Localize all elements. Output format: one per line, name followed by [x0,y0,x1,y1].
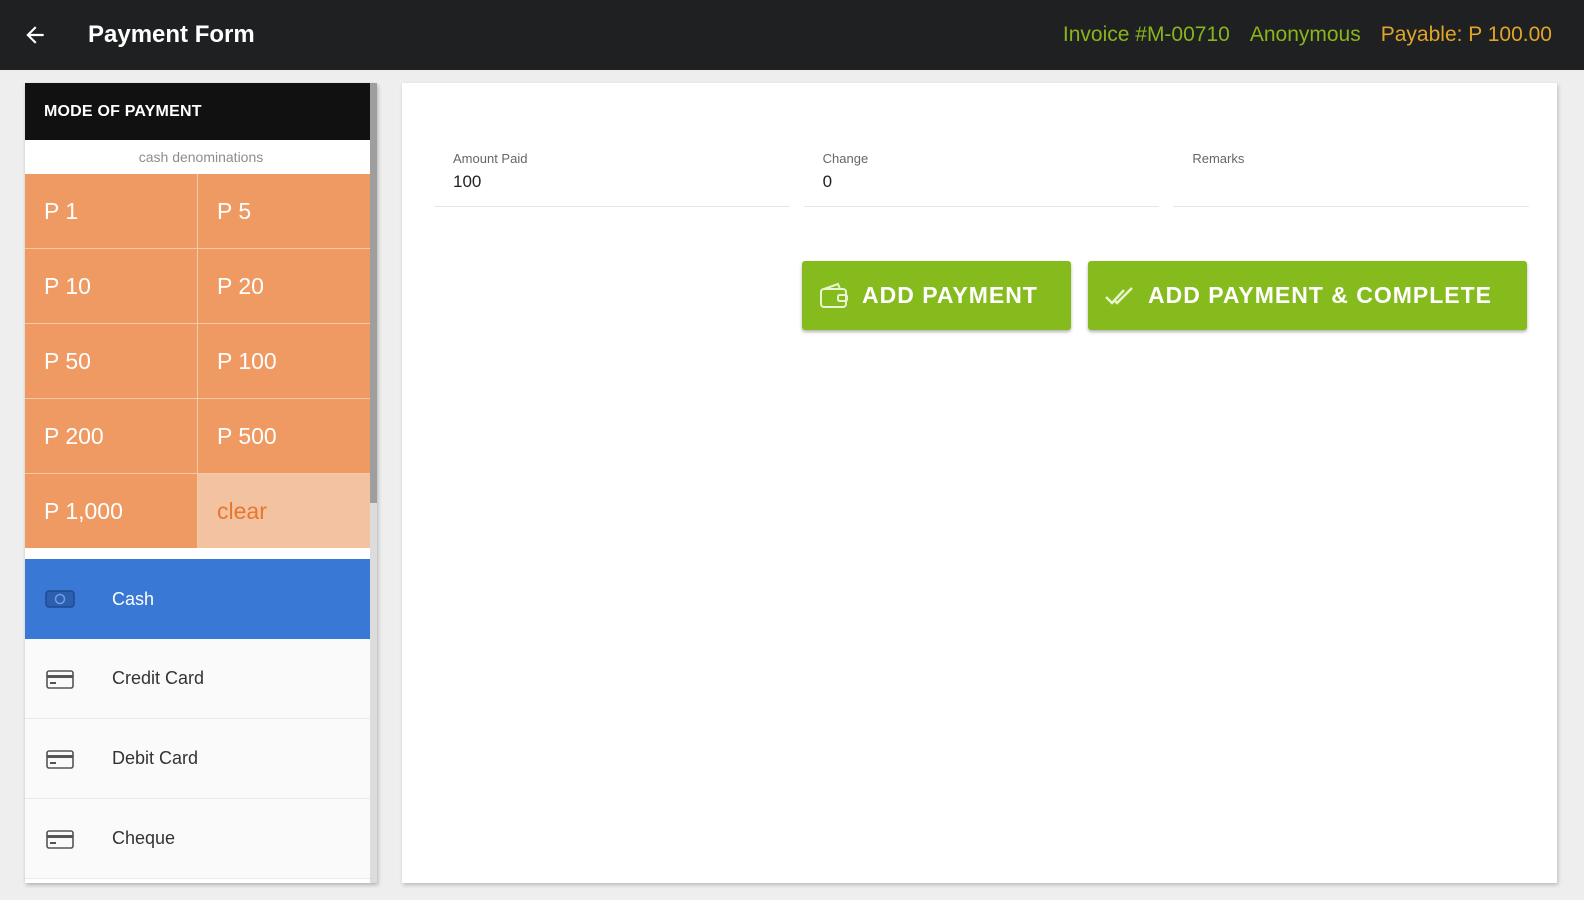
payment-mode-debit-card[interactable]: Debit Card [25,719,370,799]
back-button[interactable] [0,0,70,70]
denomination-button-5[interactable]: P 5 [198,174,371,248]
payment-mode-cheque[interactable]: Cheque [25,799,370,879]
invoice-number: Invoice #M-00710 [1062,23,1230,46]
customer-name: Anonymous [1249,23,1361,46]
add-payment-label: ADD PAYMENT [862,282,1038,308]
scrollbar-thumb[interactable] [370,83,377,503]
credit-card-icon [45,669,74,689]
add-payment-complete-button[interactable]: ADD PAYMENT & COMPLETE [1088,261,1527,330]
payment-mode-credit-card[interactable]: Credit Card [25,639,370,719]
payment-mode-cash[interactable]: Cash [25,559,370,639]
cheque-icon [45,829,74,849]
denomination-button-10[interactable]: P 10 [25,249,197,323]
denomination-button-50[interactable]: P 50 [25,324,197,398]
mode-of-payment-panel: MODE OF PAYMENT cash denominations P 1 P… [25,83,377,883]
denomination-button-500[interactable]: P 500 [198,399,371,473]
remarks-field: Remarks [1173,149,1530,207]
add-payment-complete-label: ADD PAYMENT & COMPLETE [1148,282,1493,308]
remarks-input[interactable] [1192,172,1513,192]
denominations-caption: cash denominations [25,140,377,174]
remarks-label: Remarks [1192,151,1245,166]
denomination-button-100[interactable]: P 100 [198,324,371,398]
payment-mode-label: Debit Card [112,748,199,768]
denomination-button-20[interactable]: P 20 [198,249,371,323]
double-check-icon [1105,286,1133,305]
denominations-grid: P 1 P 5 P 10 P 20 P 50 P 100 P 200 P 500… [25,174,371,548]
amount-paid-field: Amount Paid [434,149,790,207]
arrow-left-icon [26,26,44,44]
change-input[interactable] [822,172,1143,192]
amount-paid-input[interactable] [453,172,773,192]
clear-button[interactable]: clear [198,474,371,548]
denomination-button-200[interactable]: P 200 [25,399,197,473]
payment-mode-list: Cash Credit Card Debit Card Cheque [25,559,370,879]
amount-paid-label: Amount Paid [453,151,528,166]
payment-mode-label: Cash [112,588,155,609]
denomination-button-1[interactable]: P 1 [25,174,197,248]
mode-of-payment-title: MODE OF PAYMENT [25,83,377,140]
add-payment-button[interactable]: ADD PAYMENT [802,261,1071,330]
wallet-icon [820,282,848,308]
change-label: Change [822,151,869,166]
payment-mode-label: Cheque [112,828,176,848]
debit-card-icon [45,749,74,769]
app-bar: Payment Form Invoice #M-00710 Anonymous … [0,0,1584,70]
page-title: Payment Form [88,21,255,48]
cash-icon [44,590,75,608]
payable-amount: Payable: P 100.00 [1380,23,1552,46]
change-field: Change [803,149,1160,207]
payment-details-panel: Amount Paid Change Remarks ADD PAYMENT [402,83,1557,883]
denomination-button-1000[interactable]: P 1,000 [25,474,197,548]
payment-mode-label: Credit Card [112,668,205,688]
